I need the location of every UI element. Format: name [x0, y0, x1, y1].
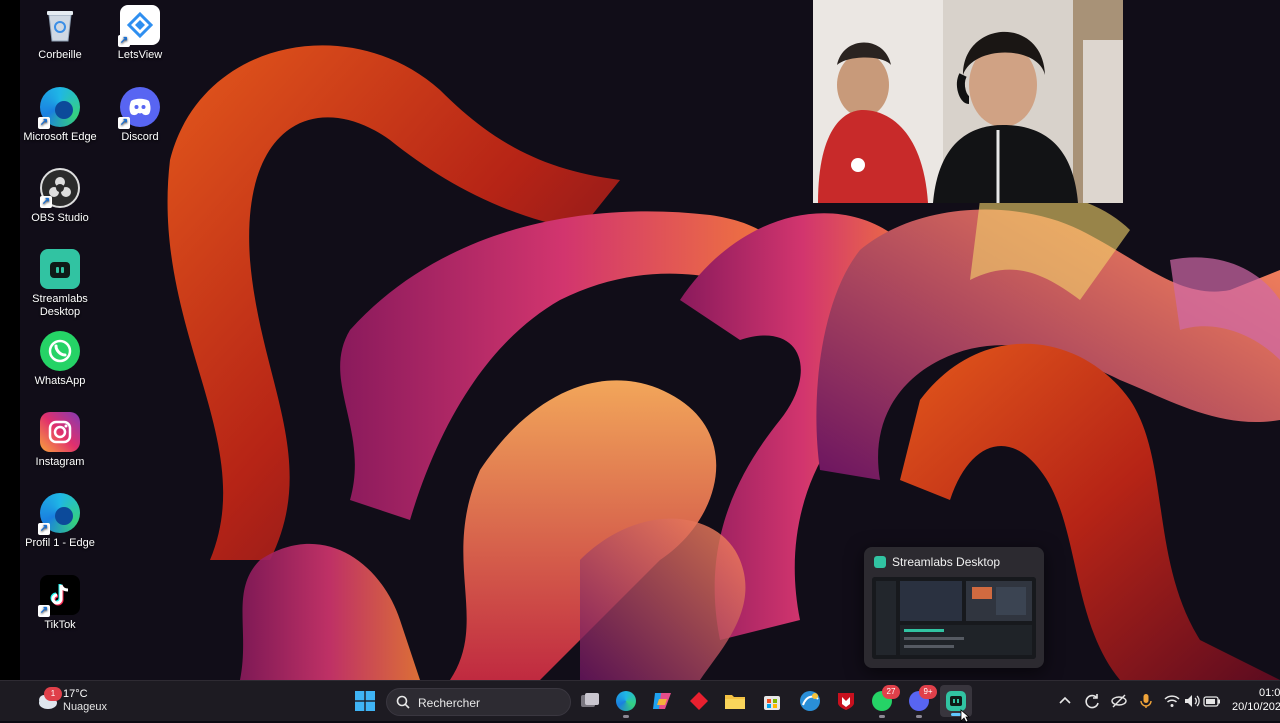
- taskbar-file-explorer[interactable]: [723, 689, 747, 713]
- search-icon: [396, 695, 410, 709]
- streamlabs-icon: [40, 249, 80, 289]
- desktop-icon-label: TikTok: [44, 619, 76, 631]
- instagram-icon: [40, 412, 80, 452]
- streamlabs-small-icon: [874, 556, 886, 568]
- running-indicator: [623, 715, 629, 718]
- webcam-overlay: [813, 0, 1123, 203]
- desktop-icon-discord[interactable]: ↗ Discord: [102, 87, 178, 144]
- desktop-icon-obs[interactable]: ↗ OBS Studio: [22, 168, 98, 225]
- edge-profile-icon: ↗: [38, 493, 80, 535]
- desktop-icon-label: Corbeille: [38, 49, 82, 61]
- letsview-icon: ↗: [118, 5, 160, 47]
- volume-icon[interactable]: [1183, 692, 1201, 710]
- desktop-icon-letsview[interactable]: ↗ LetsView: [102, 5, 178, 62]
- taskbar-discord[interactable]: 9+: [907, 685, 937, 718]
- weather-widget[interactable]: 1: [36, 687, 62, 713]
- microphone-icon[interactable]: [1137, 692, 1155, 710]
- desktop-icon-label: Instagram: [35, 456, 85, 468]
- battery-icon[interactable]: [1203, 692, 1221, 710]
- taskbar-search[interactable]: [386, 688, 571, 716]
- clock-time[interactable]: 01:0: [1259, 687, 1280, 699]
- search-input[interactable]: [416, 692, 560, 714]
- windows-icon: [355, 691, 375, 711]
- weather-temp: 17°C: [63, 688, 88, 700]
- desktop-icon-label: Discord: [121, 131, 159, 143]
- desktop-icon-label: Streamlabs Desktop: [32, 293, 88, 318]
- edge-icon: ↗: [38, 87, 80, 129]
- taskbar: 1 17°C Nuageux 27 9+: [0, 680, 1280, 723]
- taskbar-whatsapp[interactable]: 27: [870, 685, 900, 718]
- chevron-up-icon[interactable]: [1056, 692, 1074, 710]
- taskbar-mcafee[interactable]: [834, 689, 858, 713]
- desktop-icon-label: OBS Studio: [31, 212, 89, 224]
- streamlabs-icon: [946, 691, 966, 711]
- whatsapp-icon: [40, 331, 80, 371]
- store-icon: [764, 696, 780, 710]
- edge-icon: [616, 691, 636, 711]
- desktop-icon-tiktok[interactable]: ↗ TikTok: [22, 575, 98, 632]
- desktop-icon-whatsapp[interactable]: WhatsApp: [22, 331, 98, 388]
- folder-icon: [725, 695, 745, 709]
- taskbar-browser[interactable]: [798, 689, 822, 713]
- task-view-icon: [581, 693, 599, 707]
- mouse-cursor: [960, 709, 970, 723]
- running-indicator: [879, 715, 885, 718]
- sync-icon[interactable]: [1083, 692, 1101, 710]
- desktop-icon-streamlabs[interactable]: Streamlabs Desktop: [22, 249, 98, 319]
- weather-badge: 1: [44, 687, 62, 701]
- copilot-icon: [653, 693, 671, 709]
- taskbar-store[interactable]: [760, 689, 784, 713]
- screen-edge: [0, 0, 20, 680]
- preview-thumbnail[interactable]: [872, 577, 1036, 659]
- desktop-icon-edge[interactable]: ↗ Microsoft Edge: [22, 87, 98, 144]
- browser-icon: [800, 691, 820, 711]
- start-button[interactable]: [353, 689, 377, 713]
- recycle-bin-icon: [40, 5, 80, 45]
- discord-icon: ↗: [118, 87, 160, 129]
- desktop-icon-label: Profil 1 - Edge: [25, 537, 95, 549]
- taskbar-thumbnail-preview[interactable]: Streamlabs Desktop: [864, 547, 1044, 668]
- preview-title: Streamlabs Desktop: [892, 555, 1001, 569]
- running-indicator: [916, 715, 922, 718]
- taskbar-edge[interactable]: [614, 689, 638, 718]
- clock-date[interactable]: 20/10/202: [1232, 701, 1280, 713]
- desktop-icon-instagram[interactable]: Instagram: [22, 412, 98, 469]
- eye-off-icon[interactable]: [1110, 692, 1128, 710]
- whatsapp-badge: 27: [882, 685, 900, 699]
- desktop-icon-label: WhatsApp: [34, 375, 86, 387]
- desktop-icon-edge-profile[interactable]: ↗ Profil 1 - Edge: [22, 493, 98, 550]
- discord-badge: 9+: [919, 685, 937, 699]
- desktop-icon-recycle-bin[interactable]: Corbeille: [22, 5, 98, 62]
- red-diamond-icon: [690, 692, 708, 710]
- weather-desc: Nuageux: [63, 701, 108, 713]
- tiktok-icon: ↗: [38, 575, 80, 617]
- taskbar-app-red[interactable]: [687, 689, 711, 713]
- taskbar-copilot[interactable]: [650, 689, 674, 713]
- desktop-icon-label: LetsView: [117, 49, 163, 61]
- shield-icon: [838, 693, 854, 710]
- desktop-icon-label: Microsoft Edge: [23, 131, 97, 143]
- obs-icon: ↗: [40, 168, 80, 208]
- task-view-button[interactable]: [578, 689, 602, 713]
- wifi-icon[interactable]: [1163, 692, 1181, 710]
